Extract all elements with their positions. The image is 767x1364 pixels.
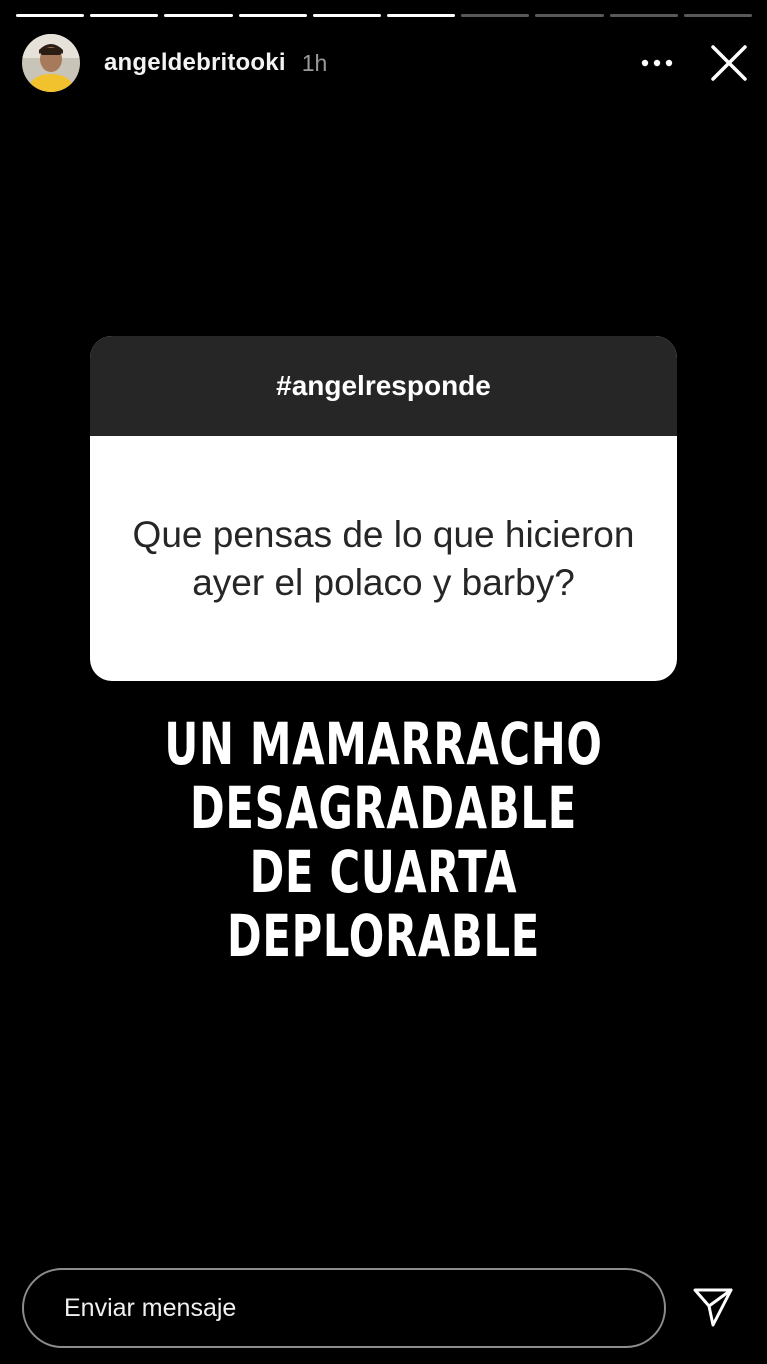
question-sticker-title: #angelresponde <box>276 370 491 401</box>
answer-line: DEPLORABLE <box>226 902 541 970</box>
more-horizontal-icon <box>641 59 673 67</box>
question-text: Que pensas de lo que hicieron ayer el po… <box>132 513 635 603</box>
progress-segment <box>387 14 456 17</box>
message-input-container[interactable] <box>22 1268 666 1348</box>
answer-line: UN MAMARRACHO <box>164 710 603 778</box>
progress-segment <box>535 14 604 17</box>
timestamp: 1h <box>301 49 328 76</box>
story-header: angeldebritooki 1h <box>22 32 751 94</box>
story-progress-bar <box>16 14 753 18</box>
progress-segment <box>683 14 753 17</box>
username[interactable]: angeldebritooki <box>104 49 286 77</box>
progress-segment <box>609 14 678 17</box>
profile-avatar-icon <box>22 34 80 92</box>
progress-segment <box>90 14 159 17</box>
answer-line: DE CUARTA <box>249 838 518 906</box>
progress-segment <box>312 14 382 17</box>
answer-line: DESAGRADABLE <box>190 774 577 842</box>
send-button[interactable] <box>690 1284 736 1330</box>
question-sticker: #angelresponde Que pensas de lo que hici… <box>90 336 677 681</box>
progress-segment <box>238 14 307 17</box>
progress-segment <box>16 14 85 17</box>
progress-segment <box>461 14 530 17</box>
close-button[interactable] <box>707 41 751 85</box>
question-sticker-header: #angelresponde <box>90 336 677 436</box>
more-button[interactable] <box>637 43 677 83</box>
progress-segment <box>164 14 233 17</box>
message-input[interactable] <box>62 1292 664 1324</box>
question-sticker-body: Que pensas de lo que hicieron ayer el po… <box>90 436 677 681</box>
send-icon <box>693 1288 733 1327</box>
answer-text: UN MAMARRACHO DESAGRADABLE DE CUARTA DEP… <box>0 712 767 968</box>
avatar[interactable] <box>22 34 80 92</box>
close-icon <box>711 45 747 81</box>
